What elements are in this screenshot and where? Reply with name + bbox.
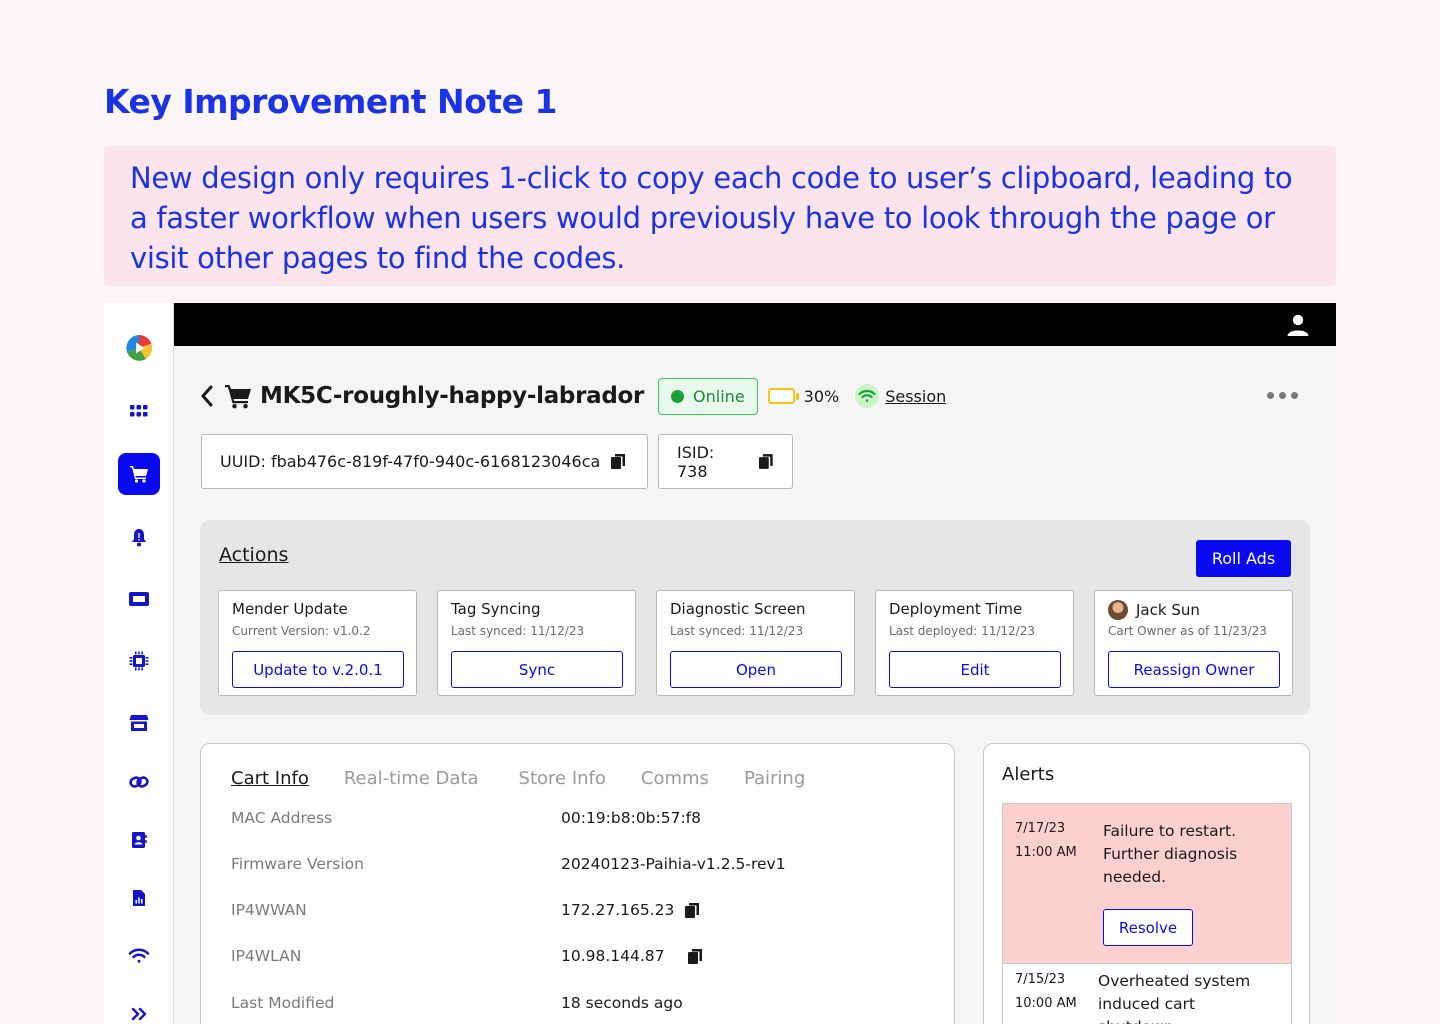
cart-nav-icon[interactable] [118,453,160,495]
tab-comms[interactable]: Comms [641,768,709,789]
card-title: Deployment Time [889,600,1023,618]
status-dot-icon [671,389,685,403]
uuid-value: UUID: fbab476c-819f-47f0-940c-6168123046… [220,452,601,471]
main-content: MK5C-roughly-happy-labrador Online 30% S… [174,346,1336,1024]
info-label: IP4WLAN [231,947,302,965]
info-row: Last Modified 18 seconds ago [231,994,931,1012]
device-header: MK5C-roughly-happy-labrador Online 30% S… [200,376,1310,416]
diagnostic-screen-card: Diagnostic Screen Last synced: 11/12/23 … [656,590,855,696]
tab-pairing[interactable]: Pairing [744,768,805,789]
tab-real-time-data[interactable]: Real-time Data [344,768,479,789]
info-value: 18 seconds ago [561,994,683,1012]
page-heading: Key Improvement Note 1 [104,82,557,121]
grid-icon[interactable] [118,390,160,432]
chip-icon[interactable] [118,640,160,682]
sync-button[interactable]: Sync [451,651,623,688]
info-value: 172.27.165.23 [561,901,675,919]
actions-title: Actions [219,544,289,566]
ticket-icon[interactable] [118,578,160,620]
cart-icon [225,385,251,409]
alert-message: Overheated system induced cart shutdown [1098,972,1251,1024]
mender-update-card: Mender Update Current Version: v1.0.2 Up… [218,590,417,696]
isid-value: ISID: 738 [677,442,715,481]
battery-indicator: 30% [767,386,840,406]
contact-card-icon[interactable] [118,819,160,861]
report-file-icon[interactable] [118,877,160,919]
info-tabs: Cart Info Real-time Data Store Info Comm… [231,768,840,789]
info-row: MAC Address 00:19:b8:0b:57:f8 [231,809,931,827]
info-label: IP4WWAN [231,901,307,919]
card-subtitle: Current Version: v1.0.2 [232,624,371,638]
alert-date: 7/17/23 [1015,821,1066,836]
card-title: Mender Update [232,600,348,618]
info-label: Firmware Version [231,855,364,873]
bell-icon[interactable] [118,516,160,558]
tab-cart-info[interactable]: Cart Info [231,768,309,789]
info-label: Last Modified [231,994,335,1012]
avatar [1108,600,1128,620]
alerts-panel: Alerts 7/17/23 11:00 AM Failure to resta… [983,743,1310,1024]
top-bar [174,303,1336,346]
tag-syncing-card: Tag Syncing Last synced: 11/12/23 Sync [437,590,636,696]
info-row: IP4WLAN 10.98.144.87 [231,947,931,965]
reassign-owner-button[interactable]: Reassign Owner [1108,651,1280,688]
alert-item: 7/15/23 10:00 AM Overheated system induc… [1002,964,1292,1024]
app-logo-icon[interactable] [118,327,160,369]
copy-icon[interactable] [684,902,700,919]
info-value: 00:19:b8:0b:57:f8 [561,809,701,827]
tab-store-info[interactable]: Store Info [519,768,606,789]
session-link[interactable]: Session [885,387,946,406]
copy-icon[interactable] [758,453,774,470]
update-button[interactable]: Update to v.2.0.1 [232,651,404,688]
app-screenshot: MK5C-roughly-happy-labrador Online 30% S… [104,303,1336,1024]
card-title: Jack Sun [1108,600,1200,620]
alert-message: Failure to restart. Further diagnosis ne… [1103,822,1238,886]
alerts-title: Alerts [1002,764,1055,785]
info-label: MAC Address [231,809,333,827]
owner-name: Jack Sun [1136,601,1200,619]
battery-icon [767,388,795,404]
info-row: Firmware Version 20240123-Paihia-v1.2.5-… [231,855,931,873]
alert-time: 10:00 AM [1015,996,1077,1011]
more-options-icon[interactable] [1267,392,1298,399]
store-icon[interactable] [118,702,160,744]
expand-sidebar-icon[interactable] [118,993,160,1024]
cart-info-panel: Cart Info Real-time Data Store Info Comm… [200,743,955,1024]
info-value: 10.98.144.87 [561,947,665,965]
improvement-note: New design only requires 1-click to copy… [104,146,1336,286]
wifi-signal-icon [855,384,880,408]
card-subtitle: Cart Owner as of 11/23/23 [1108,624,1267,638]
resolve-button[interactable]: Resolve [1103,909,1193,946]
isid-copy-field[interactable]: ISID: 738 [658,434,793,489]
user-profile-icon[interactable] [1286,313,1310,337]
deployment-time-card: Deployment Time Last deployed: 11/12/23 … [875,590,1074,696]
uuid-copy-field[interactable]: UUID: fbab476c-819f-47f0-940c-6168123046… [201,434,648,489]
alert-time: 11:00 AM [1015,845,1077,860]
info-row: IP4WWAN 172.27.165.23 [231,901,931,919]
open-button[interactable]: Open [670,651,842,688]
alert-date: 7/15/23 [1015,972,1066,987]
card-title: Tag Syncing [451,600,541,618]
cart-owner-card: Jack Sun Cart Owner as of 11/23/23 Reass… [1094,590,1293,696]
device-name: MK5C-roughly-happy-labrador [260,383,645,409]
link-icon[interactable] [118,761,160,803]
back-arrow-icon[interactable] [200,383,220,409]
card-subtitle: Last deployed: 11/12/23 [889,624,1035,638]
copy-icon[interactable] [687,948,703,965]
alert-item: 7/17/23 11:00 AM Failure to restart. Fur… [1002,803,1292,964]
card-subtitle: Last synced: 11/12/23 [670,624,804,638]
wifi-nav-icon[interactable] [118,935,160,977]
info-value: 20240123-Paihia-v1.2.5-rev1 [561,855,786,873]
card-subtitle: Last synced: 11/12/23 [451,624,585,638]
actions-panel: Actions Roll Ads Mender Update Current V… [200,520,1310,715]
battery-level: 30% [803,386,840,406]
sidebar [104,303,174,1024]
copy-icon[interactable] [610,453,626,470]
online-status-badge: Online [658,377,758,415]
edit-button[interactable]: Edit [889,651,1061,688]
card-title: Diagnostic Screen [670,600,806,618]
status-text: Online [693,386,745,406]
roll-ads-button[interactable]: Roll Ads [1196,540,1291,577]
